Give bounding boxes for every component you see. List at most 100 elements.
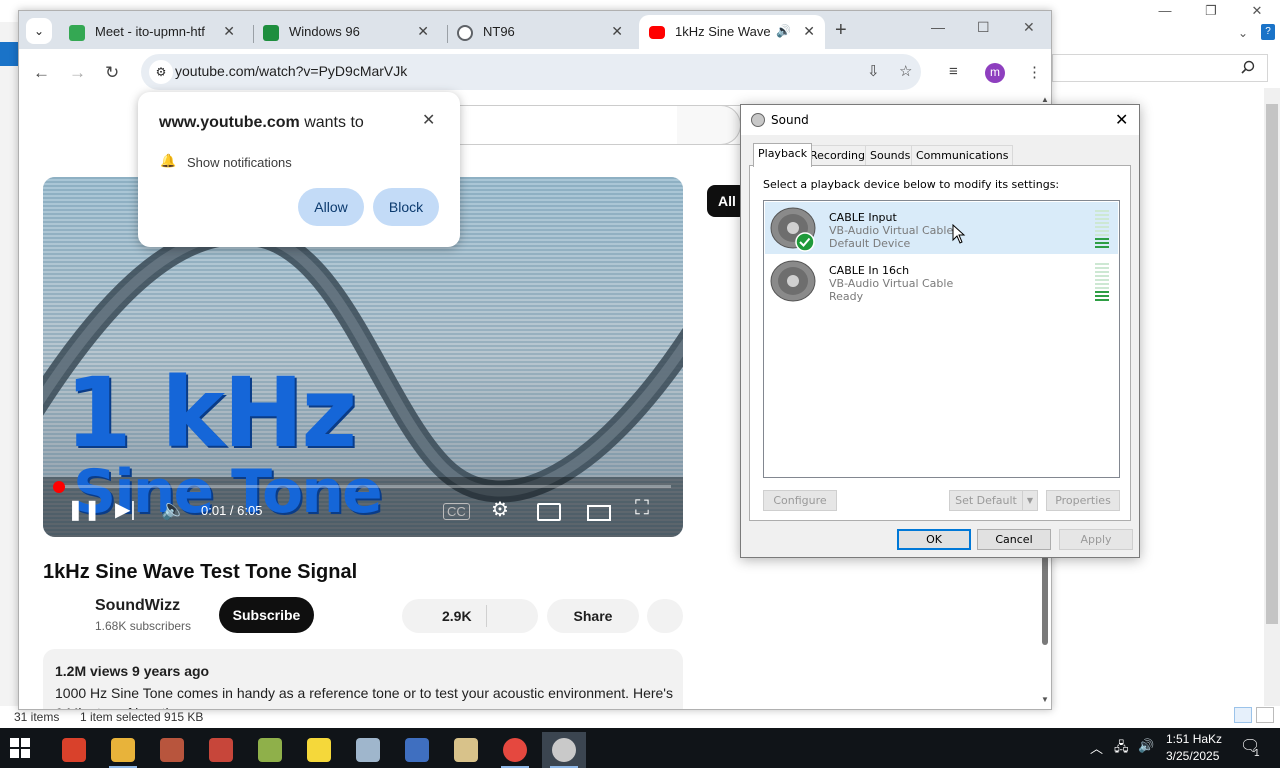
- meter-segment: [1095, 263, 1109, 265]
- cancel-button[interactable]: Cancel: [977, 529, 1051, 550]
- next-icon[interactable]: ▶|: [115, 497, 136, 522]
- notification-permission-popup: www.youtube.com wants to ✕ 🔔 Show notifi…: [138, 92, 460, 247]
- close-icon[interactable]: ✕: [422, 110, 435, 130]
- playback-device-list[interactable]: CABLE Input VB-Audio Virtual Cable Defau…: [763, 200, 1120, 478]
- settings-gear-icon[interactable]: ⚙: [491, 497, 509, 522]
- chevron-down-icon[interactable]: ⌄: [1238, 26, 1248, 40]
- more-actions-button[interactable]: [647, 599, 683, 633]
- theater-mode-icon[interactable]: [587, 505, 611, 521]
- share-button[interactable]: Share: [547, 599, 639, 633]
- tab-sounds[interactable]: Sounds: [865, 145, 916, 165]
- help-icon[interactable]: ?: [1261, 24, 1275, 40]
- channel-name[interactable]: SoundWizz: [95, 597, 180, 615]
- progress-scrubber[interactable]: [53, 481, 65, 493]
- close-icon[interactable]: ✕: [417, 23, 429, 40]
- configure-button[interactable]: Configure: [763, 490, 837, 511]
- windows-start-icon[interactable]: [10, 738, 30, 758]
- permission-title-suffix: wants to: [299, 114, 364, 131]
- address-bar[interactable]: ⚙ youtube.com/watch?v=PyD9cMarVJk ⇩ ☆: [141, 54, 921, 90]
- volume-icon[interactable]: 🔊: [1138, 738, 1154, 754]
- more-menu-icon[interactable]: ⋮: [1027, 63, 1042, 81]
- install-app-icon[interactable]: ⇩: [867, 62, 880, 80]
- tab-strip: ⌄ Meet - ito-upmn-htf ✕ Windows 96 ✕ NT9…: [19, 11, 1051, 49]
- volume-icon[interactable]: 🔈: [161, 497, 186, 522]
- apply-button[interactable]: Apply: [1059, 529, 1133, 550]
- chrome-close-button[interactable]: ✕: [1023, 19, 1035, 36]
- channel-avatar[interactable]: [43, 595, 83, 635]
- media-controls-icon[interactable]: ≡: [949, 63, 958, 80]
- taskbar-app-3[interactable]: [150, 732, 194, 768]
- explorer-close-button[interactable]: ✕: [1234, 0, 1280, 22]
- tab-youtube[interactable]: 1kHz Sine Wave Te 🔊 ✕: [639, 15, 825, 49]
- page-scrollbar-thumb[interactable]: [1042, 555, 1048, 645]
- taskbar-app-file-explorer[interactable]: [101, 732, 145, 768]
- chrome-maximize-button[interactable]: ☐: [977, 19, 990, 36]
- set-default-dropdown[interactable]: ▼: [1022, 490, 1038, 511]
- device-cable-input[interactable]: CABLE Input VB-Audio Virtual Cable Defau…: [765, 202, 1118, 254]
- block-button[interactable]: Block: [373, 188, 439, 226]
- captions-icon[interactable]: CC: [443, 503, 470, 520]
- taskbar-app-9[interactable]: [444, 732, 488, 768]
- taskbar-app-1[interactable]: [52, 732, 96, 768]
- close-icon[interactable]: ✕: [803, 23, 815, 40]
- back-arrow-icon[interactable]: ←: [33, 63, 50, 83]
- explorer-search-input[interactable]: [1052, 54, 1268, 82]
- notification-count: 1: [1254, 748, 1260, 759]
- miniplayer-icon[interactable]: [537, 503, 561, 521]
- close-icon[interactable]: ✕: [223, 23, 235, 40]
- taskbar-app-7[interactable]: [346, 732, 390, 768]
- clock-date[interactable]: 3/25/2025: [1166, 749, 1219, 763]
- subscribe-button[interactable]: Subscribe: [219, 597, 314, 633]
- taskbar-app-chrome[interactable]: [493, 732, 537, 768]
- tab-search-button[interactable]: ⌄: [26, 18, 52, 44]
- tab-windows-96[interactable]: Windows 96 ✕: [253, 15, 439, 49]
- url-text[interactable]: youtube.com/watch?v=PyD9cMarVJk: [175, 63, 407, 79]
- profile-avatar[interactable]: m: [985, 63, 1005, 83]
- explorer-minimize-button[interactable]: —: [1142, 0, 1188, 22]
- large-icons-view-button[interactable]: [1256, 707, 1274, 723]
- youtube-icon: [649, 26, 665, 39]
- explorer-restore-button[interactable]: ❐: [1188, 0, 1234, 22]
- explorer-scrollbar-thumb[interactable]: [1266, 104, 1278, 624]
- close-icon[interactable]: ✕: [611, 23, 623, 40]
- taskbar-app-8[interactable]: [395, 732, 439, 768]
- site-info-icon[interactable]: ⚙: [149, 60, 173, 84]
- taskbar-app-sound[interactable]: [542, 732, 586, 768]
- meter-segment: [1095, 299, 1109, 301]
- ok-button[interactable]: OK: [897, 529, 971, 550]
- clock-time[interactable]: 1:51 HaKz: [1166, 732, 1222, 746]
- app-icon: [160, 738, 184, 762]
- description-box[interactable]: 1.2M views 9 years ago 1000 Hz Sine Tone…: [43, 649, 683, 709]
- scroll-up-arrow-icon[interactable]: ▲: [1041, 95, 1049, 104]
- meter-segment: [1095, 267, 1109, 269]
- tab-recording[interactable]: Recording: [805, 145, 871, 165]
- tab-nt96[interactable]: NT96 ✕: [447, 15, 633, 49]
- details-view-button[interactable]: [1234, 707, 1252, 723]
- forward-arrow-icon[interactable]: →: [69, 63, 86, 83]
- fullscreen-icon[interactable]: ⛶: [635, 497, 649, 520]
- bookmark-star-icon[interactable]: ☆: [899, 62, 912, 80]
- tab-communications[interactable]: Communications: [911, 145, 1014, 165]
- taskbar-app-5[interactable]: [248, 732, 292, 768]
- close-icon[interactable]: ✕: [1115, 110, 1128, 129]
- video-progress-bar[interactable]: [55, 485, 671, 488]
- like-button[interactable]: 2.9K: [402, 599, 538, 633]
- youtube-search-button[interactable]: [677, 105, 741, 145]
- allow-button[interactable]: Allow: [298, 188, 364, 226]
- properties-button[interactable]: Properties: [1046, 490, 1120, 511]
- scroll-down-arrow-icon[interactable]: ▼: [1041, 695, 1049, 704]
- pause-icon[interactable]: ❚❚: [67, 497, 101, 522]
- chrome-minimize-button[interactable]: —: [931, 19, 945, 35]
- device-cable-in-16ch[interactable]: CABLE In 16ch VB-Audio Virtual Cable Rea…: [765, 255, 1118, 307]
- taskbar-app-4[interactable]: [199, 732, 243, 768]
- tab-meet[interactable]: Meet - ito-upmn-htf ✕: [59, 15, 245, 49]
- new-tab-button[interactable]: +: [835, 19, 847, 42]
- reload-icon[interactable]: ↻: [105, 63, 119, 83]
- set-default-button[interactable]: Set Default: [949, 490, 1023, 511]
- tab-playback[interactable]: Playback: [753, 143, 813, 167]
- show-hidden-icons-chevron-icon[interactable]: ︿: [1090, 738, 1103, 757]
- explorer-scrollbar[interactable]: [1264, 88, 1280, 708]
- speaker-icon[interactable]: 🔊: [776, 24, 791, 38]
- taskbar-app-spongebob[interactable]: [297, 732, 341, 768]
- network-icon[interactable]: 🖧: [1114, 738, 1129, 760]
